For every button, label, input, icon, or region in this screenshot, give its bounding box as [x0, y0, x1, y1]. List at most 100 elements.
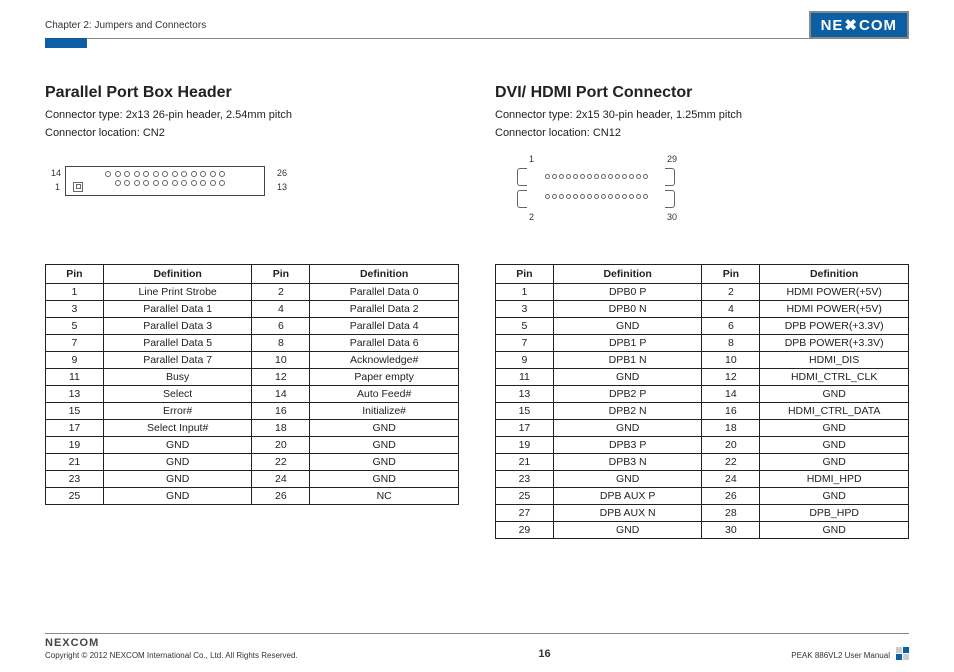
cell-definition: GND [553, 419, 702, 436]
cell-definition: Auto Feed# [310, 385, 459, 402]
cell-pin: 21 [496, 453, 554, 470]
table-row: 9DPB1 N10HDMI_DIS [496, 351, 909, 368]
diag-pin-30: 30 [667, 212, 677, 222]
cell-definition: DPB POWER(+3.3V) [760, 334, 909, 351]
table-row: 17Select Input#18GND [46, 419, 459, 436]
right-title: DVI/ HDMI Port Connector [495, 84, 909, 102]
th-pin: Pin [252, 264, 310, 283]
cell-pin: 15 [46, 402, 104, 419]
logo-x-icon: ✖ [844, 16, 858, 34]
th-def: Definition [760, 264, 909, 283]
cell-pin: 6 [252, 317, 310, 334]
cell-pin: 26 [702, 487, 760, 504]
table-row: 17GND18GND [496, 419, 909, 436]
cell-definition: DPB AUX P [553, 487, 702, 504]
pin-row-bottom [74, 180, 256, 186]
cell-definition: Parallel Data 6 [310, 334, 459, 351]
cell-pin: 4 [252, 300, 310, 317]
footer-copyright: Copyright © 2012 NEXCOM International Co… [45, 651, 298, 660]
header-rule [45, 38, 909, 39]
bracket-icon [665, 168, 675, 186]
cell-definition: DPB POWER(+3.3V) [760, 317, 909, 334]
cell-pin: 15 [496, 402, 554, 419]
cell-pin: 13 [46, 385, 104, 402]
page-header: Chapter 2: Jumpers and Connectors NE✖COM [45, 14, 909, 36]
table-row: 25GND26NC [46, 487, 459, 504]
cell-pin: 13 [496, 385, 554, 402]
cell-pin: 21 [46, 453, 104, 470]
cell-pin: 16 [702, 402, 760, 419]
cell-definition: DPB_HPD [760, 504, 909, 521]
cell-pin: 22 [252, 453, 310, 470]
drow-bottom [521, 190, 671, 199]
dport-body [521, 166, 671, 210]
pin-row-top [74, 171, 256, 177]
left-conn-type: Connector type: 2x13 26-pin header, 2.54… [45, 108, 459, 124]
diag-pin-1: 1 [529, 154, 534, 164]
cell-pin: 5 [46, 317, 104, 334]
cell-pin: 23 [496, 470, 554, 487]
cell-pin: 28 [702, 504, 760, 521]
table-row: 1DPB0 P2HDMI POWER(+5V) [496, 283, 909, 300]
cell-pin: 5 [496, 317, 554, 334]
th-def: Definition [553, 264, 702, 283]
cell-pin: 12 [702, 368, 760, 385]
cell-definition: GND [760, 487, 909, 504]
cell-definition: GND [553, 470, 702, 487]
diag-pin-2: 2 [529, 212, 534, 222]
footer-squares-icon [896, 647, 909, 660]
cell-pin: 23 [46, 470, 104, 487]
cell-pin: 8 [252, 334, 310, 351]
footer-doc: PEAK 886VL2 User Manual [791, 651, 890, 660]
cell-definition: HDMI_CTRL_CLK [760, 368, 909, 385]
table-row: 13DPB2 P14GND [496, 385, 909, 402]
table-row: 9Parallel Data 710Acknowledge# [46, 351, 459, 368]
cell-pin: 14 [252, 385, 310, 402]
cell-definition: HDMI POWER(+5V) [760, 300, 909, 317]
cell-pin: 24 [702, 470, 760, 487]
cell-definition: DPB1 N [553, 351, 702, 368]
cell-pin: 17 [496, 419, 554, 436]
header-blue-tab [45, 38, 87, 48]
cell-pin: 20 [702, 436, 760, 453]
table-row: 27DPB AUX N28DPB_HPD [496, 504, 909, 521]
cell-definition: Select Input# [103, 419, 252, 436]
table-row: 3Parallel Data 14Parallel Data 2 [46, 300, 459, 317]
table-row: 11Busy12Paper empty [46, 368, 459, 385]
cell-pin: 20 [252, 436, 310, 453]
cell-pin: 16 [252, 402, 310, 419]
cell-pin: 2 [702, 283, 760, 300]
table-row: 7DPB1 P8DPB POWER(+3.3V) [496, 334, 909, 351]
right-column: DVI/ HDMI Port Connector Connector type:… [495, 84, 909, 539]
cell-definition: DPB3 P [553, 436, 702, 453]
table-row: 5Parallel Data 36Parallel Data 4 [46, 317, 459, 334]
cell-definition: Parallel Data 2 [310, 300, 459, 317]
cell-definition: Select [103, 385, 252, 402]
chapter-label: Chapter 2: Jumpers and Connectors [45, 20, 206, 31]
left-title: Parallel Port Box Header [45, 84, 459, 102]
cell-pin: 1 [496, 283, 554, 300]
cell-definition: Parallel Data 5 [103, 334, 252, 351]
cell-definition: Parallel Data 3 [103, 317, 252, 334]
cell-pin: 26 [252, 487, 310, 504]
cell-definition: GND [553, 368, 702, 385]
cell-definition: DPB3 N [553, 453, 702, 470]
cell-definition: GND [310, 470, 459, 487]
cell-pin: 9 [46, 351, 104, 368]
cell-definition: DPB0 P [553, 283, 702, 300]
pin-hole-icon [545, 174, 550, 179]
cell-pin: 9 [496, 351, 554, 368]
cell-definition: Parallel Data 7 [103, 351, 252, 368]
table-row: 19GND20GND [46, 436, 459, 453]
th-pin: Pin [496, 264, 554, 283]
table-row: 15DPB2 N16HDMI_CTRL_DATA [496, 402, 909, 419]
cell-definition: Paper empty [310, 368, 459, 385]
diag-pin-26: 26 [277, 168, 287, 178]
footer-brand: NEXCOM [45, 637, 298, 649]
cell-definition: GND [553, 317, 702, 334]
dvi-hdmi-diagram: 1 29 2 30 [495, 166, 909, 232]
cell-pin: 6 [702, 317, 760, 334]
cell-pin: 25 [46, 487, 104, 504]
th-pin: Pin [702, 264, 760, 283]
pport-body [65, 166, 265, 196]
